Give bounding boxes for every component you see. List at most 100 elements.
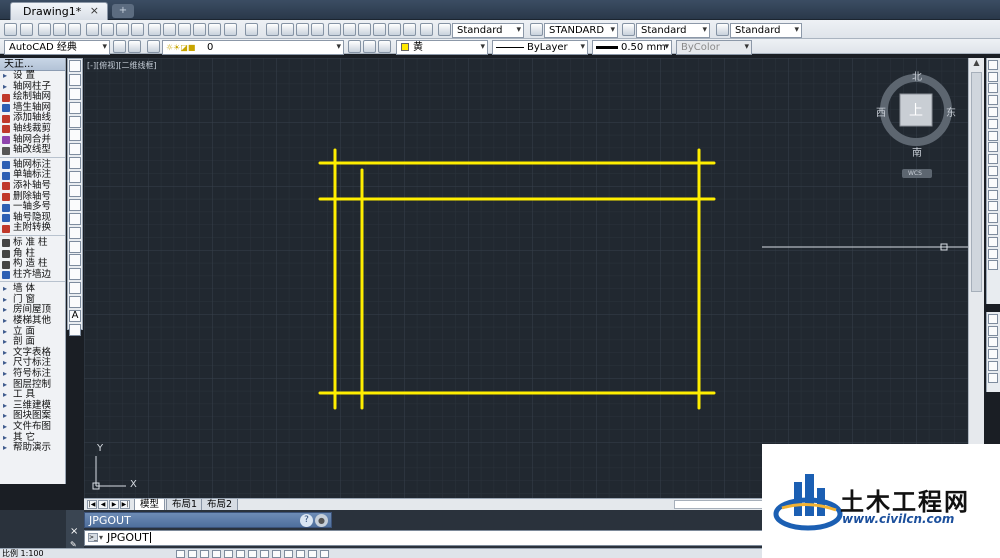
quick-props-icon[interactable] (296, 550, 305, 558)
pan-icon[interactable] (266, 23, 279, 36)
command-input[interactable]: >_ ▾ JPGOUT (84, 530, 764, 546)
close-tab-icon[interactable]: × (90, 4, 99, 17)
layer-previous-icon[interactable] (363, 40, 376, 53)
ellipse-arc-icon[interactable] (69, 198, 81, 211)
viewcube-east[interactable]: 东 (946, 104, 956, 119)
send-under-icon[interactable] (988, 349, 998, 360)
mirror-icon[interactable] (988, 83, 998, 94)
tarch-menu-item[interactable]: 柱齐墙边 (0, 269, 65, 281)
close-circle-icon[interactable]: ● (315, 514, 328, 527)
tarch-menu-item[interactable]: 主附转换 (0, 223, 65, 234)
add-selected-icon[interactable] (69, 323, 81, 336)
text-front-icon[interactable] (988, 360, 998, 371)
viewcube-south[interactable]: 南 (912, 144, 922, 159)
rotate-icon[interactable] (988, 130, 998, 141)
viewcube-top-face[interactable]: 上 (909, 100, 923, 120)
layer-manager-icon[interactable] (147, 40, 160, 53)
viewcube[interactable]: 北 南 东 西 上 WCS (874, 66, 962, 181)
arc-icon[interactable] (69, 129, 81, 142)
copy-object-icon[interactable] (988, 71, 998, 82)
erase-icon[interactable] (988, 59, 998, 70)
ellipse-icon[interactable] (69, 185, 81, 198)
bring-front-icon[interactable] (988, 313, 998, 324)
viewcube-north[interactable]: 北 (912, 68, 922, 83)
next-layout-icon[interactable]: ▶ (109, 500, 119, 509)
blend-icon[interactable] (988, 248, 998, 259)
ducs-icon[interactable] (248, 550, 257, 558)
transparency-icon[interactable] (284, 550, 293, 558)
color-select[interactable]: 黄 (396, 40, 488, 55)
selection-cycle-icon[interactable] (308, 550, 317, 558)
redo-icon[interactable] (245, 23, 258, 36)
spline-icon[interactable] (69, 171, 81, 184)
break-icon[interactable] (988, 201, 998, 212)
polygon-icon[interactable] (69, 101, 81, 114)
copy-icon[interactable] (163, 23, 176, 36)
insert-block-icon[interactable] (69, 212, 81, 225)
preview-icon[interactable] (101, 23, 114, 36)
design-center-icon[interactable] (343, 23, 356, 36)
dim-style-icon[interactable] (530, 23, 543, 36)
break-at-point-icon[interactable] (988, 189, 998, 200)
app-menu-icon[interactable] (4, 23, 17, 36)
polar-icon[interactable] (212, 550, 221, 558)
workspace-icon[interactable] (128, 40, 141, 53)
revision-cloud-icon[interactable] (69, 157, 81, 170)
tool-palettes-icon[interactable] (358, 23, 371, 36)
plotstyle-select[interactable]: ByColor (676, 40, 752, 55)
block-editor-icon[interactable] (208, 23, 221, 36)
stretch-icon[interactable] (988, 154, 998, 165)
fillet-icon[interactable] (988, 236, 998, 247)
new-file-icon[interactable] (38, 23, 51, 36)
markup-icon[interactable] (388, 23, 401, 36)
tarch-menu-item[interactable]: ▸ 帮助演示 (0, 442, 65, 454)
model-space-icon[interactable] (320, 550, 329, 558)
bring-above-icon[interactable] (988, 337, 998, 348)
ortho-icon[interactable] (200, 550, 209, 558)
new-tab-button[interactable]: + (112, 4, 134, 18)
zoom-realtime-icon[interactable] (281, 23, 294, 36)
workspace-settings-icon[interactable] (113, 40, 126, 53)
viewport-controls-label[interactable]: [-][俯视][二维线框] (87, 60, 157, 71)
calculator-icon[interactable] (403, 23, 416, 36)
otrack-icon[interactable] (236, 550, 245, 558)
layer-select[interactable]: ☼☀◪■ 0 (162, 40, 344, 55)
extend-icon[interactable] (988, 177, 998, 188)
hatch-back-icon[interactable] (988, 372, 998, 383)
vertical-scrollbar[interactable]: ▲ ▼ (968, 58, 984, 498)
trim-icon[interactable] (988, 165, 998, 176)
region-icon[interactable] (69, 282, 81, 295)
chamfer-icon[interactable] (988, 224, 998, 235)
send-back-icon[interactable] (988, 325, 998, 336)
properties-icon[interactable] (328, 23, 341, 36)
publish-icon[interactable] (116, 23, 129, 36)
3dprint-icon[interactable] (131, 23, 144, 36)
scroll-thumb[interactable] (971, 72, 982, 292)
move-icon[interactable] (988, 118, 998, 129)
mtext-icon[interactable]: A (69, 310, 81, 323)
command-close-icon[interactable]: × (70, 526, 78, 537)
gradient-icon[interactable] (69, 268, 81, 281)
workspace-select[interactable]: AutoCAD 经典 (4, 40, 110, 55)
circle-icon[interactable] (69, 143, 81, 156)
grid-icon[interactable] (188, 550, 197, 558)
dim-style-select[interactable]: STANDARD (544, 23, 618, 38)
table-style-select[interactable]: Standard (636, 23, 710, 38)
drawing-viewport[interactable]: Y X [-][俯视][二维线框] 北 南 东 西 上 WCS (84, 58, 968, 498)
polyline-icon[interactable] (69, 87, 81, 100)
lineweight-toggle-icon[interactable] (272, 550, 281, 558)
text-style-select[interactable]: Standard (452, 23, 524, 38)
snap-icon[interactable] (176, 550, 185, 558)
table-style-icon[interactable] (622, 23, 635, 36)
mleader-style-select[interactable]: Standard (730, 23, 802, 38)
viewcube-west[interactable]: 西 (876, 104, 886, 119)
wcs-menu[interactable]: WCS (908, 170, 922, 177)
layer-isolate-icon[interactable] (378, 40, 391, 53)
point-icon[interactable] (69, 240, 81, 253)
cut-icon[interactable] (148, 23, 161, 36)
zoom-window-icon[interactable] (296, 23, 309, 36)
make-block-icon[interactable] (69, 226, 81, 239)
linetype-select[interactable]: ByLayer (492, 40, 588, 55)
construction-line-icon[interactable] (69, 73, 81, 86)
line-tool-icon[interactable] (69, 60, 81, 72)
